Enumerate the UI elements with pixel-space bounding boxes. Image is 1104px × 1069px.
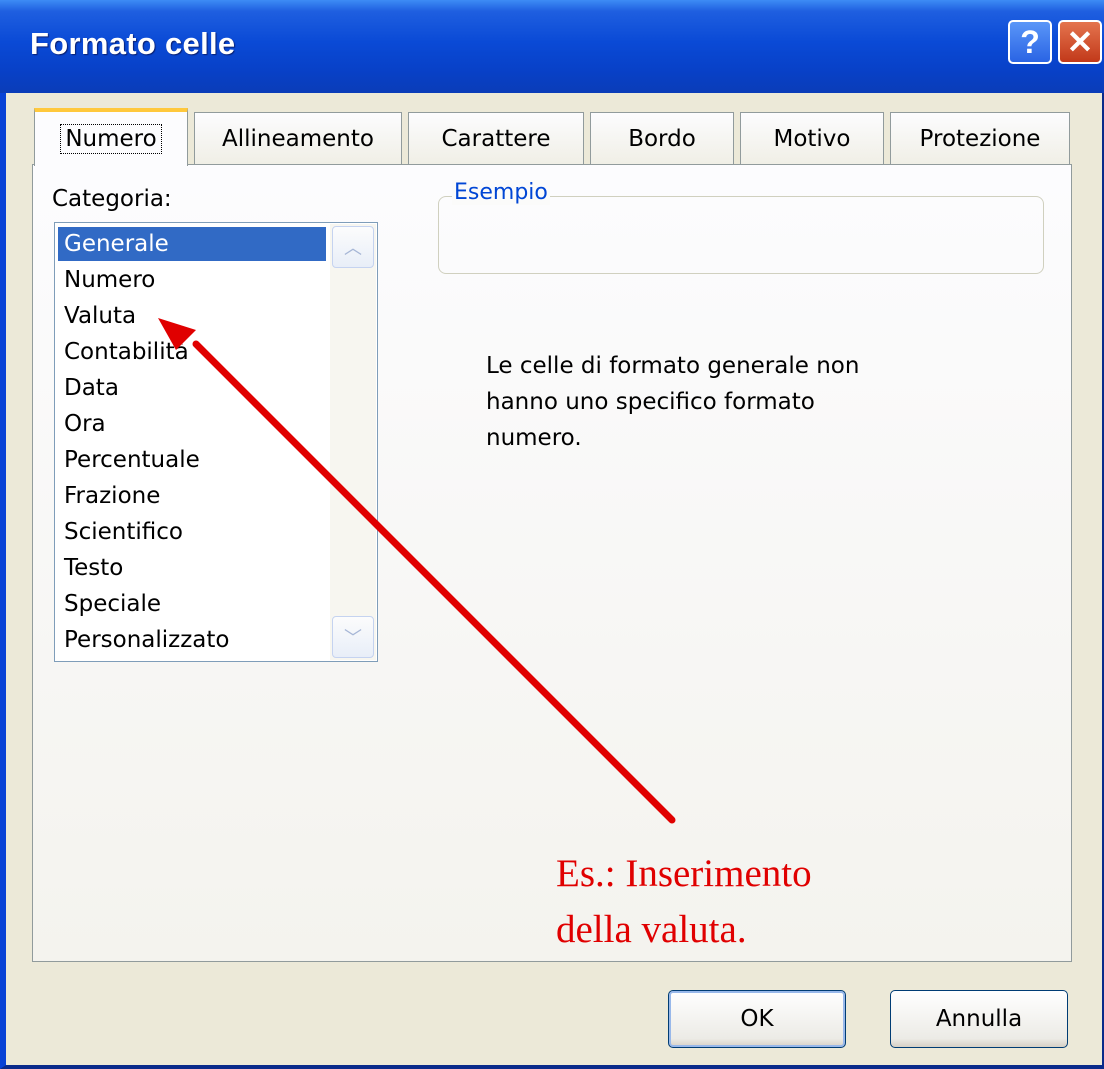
title-bar[interactable]: Formato celle ? ✕ — [0, 0, 1104, 93]
tab-label: Carattere — [441, 125, 551, 152]
tab-label: Numero — [60, 124, 162, 154]
list-item[interactable]: Ora — [58, 407, 326, 441]
help-icon: ? — [1020, 23, 1040, 60]
sample-label: Esempio — [452, 180, 550, 205]
chevron-up-icon: ︿ — [344, 238, 362, 259]
help-button[interactable]: ? — [1008, 20, 1052, 64]
scroll-down-button[interactable]: ﹀ — [332, 616, 374, 658]
list-item[interactable]: Testo — [58, 551, 326, 585]
list-item[interactable]: Data — [58, 371, 326, 405]
cancel-button[interactable]: Annulla — [890, 990, 1068, 1048]
tab-carattere[interactable]: Carattere — [408, 112, 584, 164]
category-listbox[interactable]: Generale Numero Valuta Contabilità Data … — [54, 222, 378, 662]
tab-bordo[interactable]: Bordo — [590, 112, 734, 164]
tab-label: Bordo — [628, 125, 696, 152]
list-item[interactable]: Percentuale — [58, 443, 326, 477]
list-item[interactable]: Numero — [58, 263, 326, 297]
window-title: Formato celle — [30, 26, 236, 61]
close-icon: ✕ — [1066, 24, 1094, 60]
tab-motivo[interactable]: Motivo — [740, 112, 884, 164]
list-item[interactable]: Valuta — [58, 299, 326, 333]
list-item[interactable]: Speciale — [58, 587, 326, 621]
scroll-up-button[interactable]: ︿ — [332, 226, 374, 268]
tab-allineamento[interactable]: Allineamento — [194, 112, 402, 164]
tab-numero[interactable]: Numero — [34, 108, 188, 166]
list-item[interactable]: Frazione — [58, 479, 326, 513]
listbox-scrollbar[interactable]: ︿ ﹀ — [330, 224, 376, 660]
list-item[interactable]: Generale — [58, 227, 326, 261]
close-button[interactable]: ✕ — [1058, 20, 1102, 64]
format-description: Le celle di formato generale non hanno u… — [486, 353, 860, 451]
tab-protezione[interactable]: Protezione — [890, 112, 1070, 164]
annotation-text: Es.: Inserimento della valuta. — [556, 852, 812, 951]
category-label: Categoria: — [52, 186, 172, 212]
chevron-down-icon: ﹀ — [344, 628, 362, 649]
list-item[interactable]: Personalizzato — [58, 623, 326, 657]
list-item[interactable]: Scientifico — [58, 515, 326, 549]
tab-label: Protezione — [919, 125, 1041, 152]
ok-button[interactable]: OK — [668, 990, 846, 1048]
sample-groupbox — [438, 196, 1044, 274]
tab-label: Motivo — [773, 125, 851, 152]
tab-label: Allineamento — [222, 125, 374, 152]
list-item[interactable]: Contabilità — [58, 335, 326, 369]
